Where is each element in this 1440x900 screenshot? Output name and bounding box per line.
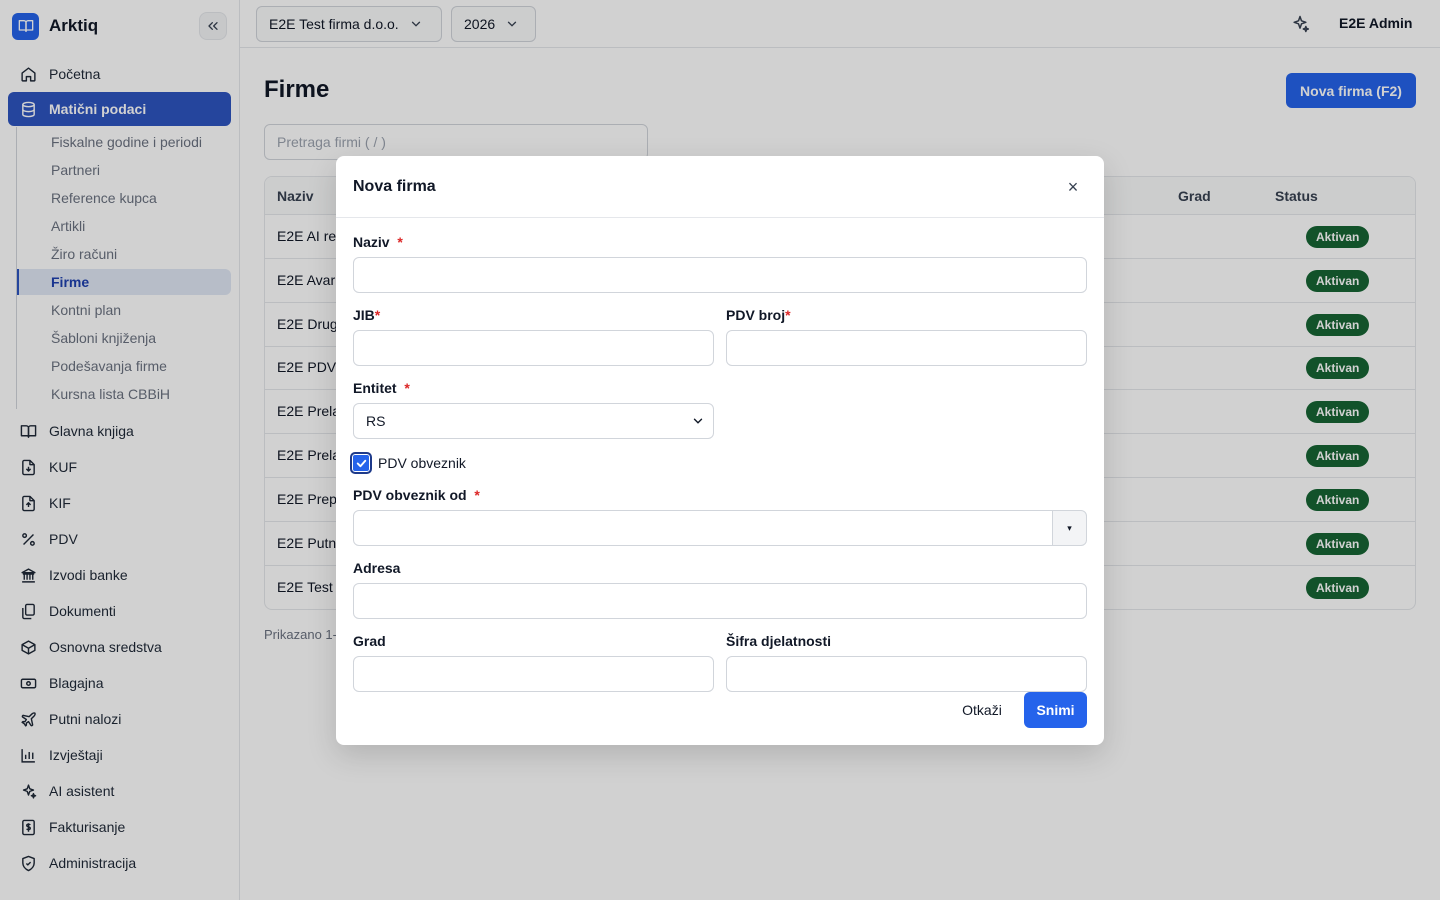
adresa-label: Adresa	[353, 560, 401, 576]
new-company-dialog: Nova firma × Naziv * JIB* PDV broj* Enti…	[336, 156, 1104, 745]
required-mark: *	[404, 380, 410, 396]
naziv-input[interactable]	[353, 257, 1087, 293]
required-mark: *	[474, 487, 480, 503]
jib-input[interactable]	[353, 330, 714, 366]
pdv-broj-label-text: PDV broj	[726, 307, 786, 323]
adresa-input[interactable]	[353, 583, 1087, 619]
grad-input[interactable]	[353, 656, 714, 692]
entitet-label: Entitet *	[353, 380, 410, 396]
grad-label: Grad	[353, 633, 386, 649]
close-icon[interactable]: ×	[1063, 177, 1083, 197]
dialog-header: Nova firma ×	[336, 156, 1104, 218]
save-button[interactable]: Snimi	[1024, 692, 1087, 728]
entitet-label-text: Entitet	[353, 380, 397, 396]
pdv-obveznik-od-input[interactable]	[353, 510, 1053, 546]
naziv-label: Naziv *	[353, 234, 403, 250]
pdv-obveznik-od-label-text: PDV obveznik od	[353, 487, 467, 503]
entitet-value: RS	[366, 413, 386, 429]
pdv-obveznik-checkbox-row[interactable]: PDV obveznik	[350, 452, 466, 474]
cancel-button[interactable]: Otkaži	[948, 692, 1016, 728]
check-icon	[356, 459, 366, 467]
date-picker-toggle[interactable]: ▾	[1052, 510, 1087, 546]
naziv-label-text: Naziv	[353, 234, 390, 250]
dialog-title: Nova firma	[353, 178, 436, 195]
jib-label: JIB*	[353, 307, 380, 323]
pdv-broj-input[interactable]	[726, 330, 1087, 366]
required-mark: *	[374, 307, 381, 323]
sifra-djelatnosti-input[interactable]	[726, 656, 1087, 692]
entitet-select[interactable]: RS	[353, 403, 714, 439]
jib-label-text: JIB	[353, 307, 375, 323]
required-mark: *	[785, 307, 791, 323]
pdv-obveznik-label: PDV obveznik	[378, 455, 466, 471]
pdv-broj-label: PDV broj*	[726, 307, 791, 323]
pdv-obveznik-od-label: PDV obveznik od *	[353, 487, 480, 503]
required-mark: *	[397, 234, 403, 250]
sifra-djelatnosti-label: Šifra djelatnosti	[726, 633, 832, 649]
pdv-obveznik-checkbox[interactable]	[350, 452, 372, 474]
chevron-down-icon	[693, 418, 703, 424]
